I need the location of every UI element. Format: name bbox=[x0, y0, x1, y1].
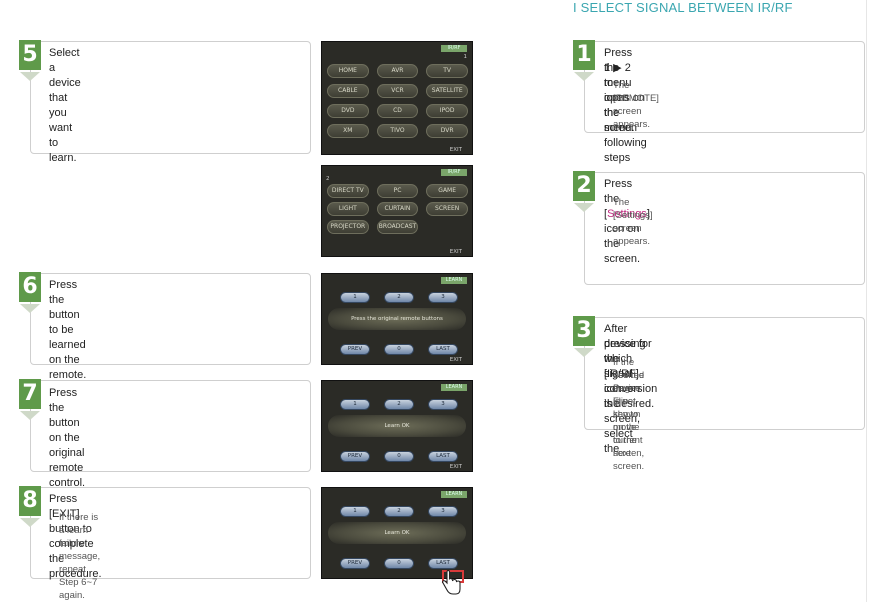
key-0-button[interactable]: 0 bbox=[384, 558, 414, 569]
step-number: 6 bbox=[19, 272, 41, 302]
device-button-direct-tv[interactable]: DIRECT TV bbox=[327, 184, 369, 198]
page-edge-rule bbox=[866, 0, 867, 602]
step-title: Press the button to be learned on the re… bbox=[49, 279, 87, 381]
step-arrow bbox=[574, 348, 594, 357]
key-3-button[interactable]: 3 bbox=[428, 292, 458, 303]
learn-message: Press the original remote buttons bbox=[328, 308, 466, 330]
device-menu-screen-2: IR/RF 2 DIRECT TV PC GAME LIGHT CURTAIN … bbox=[321, 165, 473, 257]
step-note: If there is a learn failure message, rep… bbox=[59, 512, 101, 601]
step-number: 5 bbox=[19, 40, 41, 70]
device-button-game[interactable]: GAME bbox=[426, 184, 468, 198]
device-button-ipod[interactable]: IPOD bbox=[426, 104, 468, 118]
step-arrow bbox=[20, 518, 40, 527]
exit-label[interactable]: EXIT bbox=[450, 464, 462, 470]
key-3-button[interactable]: 3 bbox=[428, 506, 458, 517]
device-button-cable[interactable]: CABLE bbox=[327, 84, 369, 98]
learn-screen-step-7: LEARN 1 2 3 PREV 0 LAST Learn OK EXIT bbox=[321, 380, 473, 472]
step-arrow bbox=[20, 411, 40, 420]
device-button-tv[interactable]: TV bbox=[426, 64, 468, 78]
device-button-screen[interactable]: SCREEN bbox=[426, 202, 468, 216]
learn-screen-step-8: LEARN 1 2 3 PREV 0 LAST Learn OK bbox=[321, 487, 473, 583]
page-indicator: 1 bbox=[463, 54, 468, 60]
last-button[interactable]: LAST bbox=[428, 451, 458, 462]
key-0-button[interactable]: 0 bbox=[384, 451, 414, 462]
page-indicator: 2 bbox=[326, 176, 330, 182]
last-button[interactable]: LAST bbox=[428, 558, 458, 569]
step-number: 7 bbox=[19, 379, 41, 409]
device-button-xm[interactable]: XM bbox=[327, 124, 369, 138]
last-button[interactable]: LAST bbox=[428, 344, 458, 355]
learn-message: Learn OK bbox=[328, 415, 466, 437]
ir-rf-badge: IR/RF bbox=[441, 169, 467, 176]
step-arrow bbox=[574, 203, 594, 212]
step-arrow bbox=[574, 72, 594, 81]
key-2-button[interactable]: 2 bbox=[384, 292, 414, 303]
learn-badge: LEARN bbox=[441, 491, 467, 498]
key-1-button[interactable]: 1 bbox=[340, 399, 370, 410]
step-number: 1 bbox=[573, 40, 595, 70]
device-button-curtain[interactable]: CURTAIN bbox=[376, 202, 419, 216]
step-arrow bbox=[20, 72, 40, 81]
device-menu-screen-1: IR/RF 1 HOME AVR TV CABLE VCR SATELLITE … bbox=[321, 41, 473, 155]
step-number: 3 bbox=[573, 316, 595, 346]
key-0-button[interactable]: 0 bbox=[384, 344, 414, 355]
step-note: The [Settings] screen appears. bbox=[613, 197, 653, 247]
device-button-dvd[interactable]: DVD bbox=[327, 104, 369, 118]
device-button-light[interactable]: LIGHT bbox=[327, 202, 369, 216]
exit-label[interactable]: EXIT bbox=[450, 357, 462, 363]
prev-button[interactable]: PREV bbox=[340, 344, 370, 355]
exit-label[interactable]: EXIT bbox=[450, 147, 462, 153]
key-3-button[interactable]: 3 bbox=[428, 399, 458, 410]
ir-rf-badge: IR/RF bbox=[441, 45, 467, 52]
section-title: I SELECT SIGNAL BETWEEN IR/RF bbox=[573, 0, 793, 15]
key-1-button[interactable]: 1 bbox=[340, 506, 370, 517]
learn-badge: LEARN bbox=[441, 384, 467, 391]
step-arrow bbox=[20, 304, 40, 313]
learn-message: Learn OK bbox=[328, 522, 466, 544]
key-2-button[interactable]: 2 bbox=[384, 399, 414, 410]
prev-button[interactable]: PREV bbox=[340, 451, 370, 462]
device-button-pc[interactable]: PC bbox=[376, 184, 419, 198]
step-number: 2 bbox=[573, 171, 595, 201]
device-button-avr[interactable]: AVR bbox=[376, 64, 419, 78]
learn-screen-step-6: LEARN 1 2 3 PREV 0 LAST Press the origin… bbox=[321, 273, 473, 365]
device-button-dvr[interactable]: DVR bbox=[426, 124, 468, 138]
step-number: 8 bbox=[19, 486, 41, 516]
device-button-home[interactable]: HOME bbox=[327, 64, 369, 78]
key-2-button[interactable]: 2 bbox=[384, 506, 414, 517]
step-note: The [REMOTE] screen appears. bbox=[613, 80, 659, 130]
learn-badge: LEARN bbox=[441, 277, 467, 284]
device-button-satellite[interactable]: SATELLITE bbox=[426, 84, 468, 98]
step-title: Press the button on the original remote … bbox=[49, 387, 86, 489]
device-button-projector[interactable]: PROJECTOR bbox=[327, 220, 369, 234]
device-button-tivo[interactable]: TIVO bbox=[376, 124, 419, 138]
hand-pointer-icon bbox=[441, 570, 461, 595]
step-note-line-2: use the Page Flip key to move to the nex… bbox=[613, 370, 645, 472]
device-button-broadcast[interactable]: BROADCAST bbox=[376, 220, 419, 234]
exit-label[interactable]: EXIT bbox=[450, 249, 462, 255]
step-title: Select a device that you want to learn. bbox=[49, 47, 81, 164]
prev-button[interactable]: PREV bbox=[340, 558, 370, 569]
device-button-cd[interactable]: CD bbox=[376, 104, 419, 118]
key-1-button[interactable]: 1 bbox=[340, 292, 370, 303]
device-button-vcr[interactable]: VCR bbox=[376, 84, 419, 98]
